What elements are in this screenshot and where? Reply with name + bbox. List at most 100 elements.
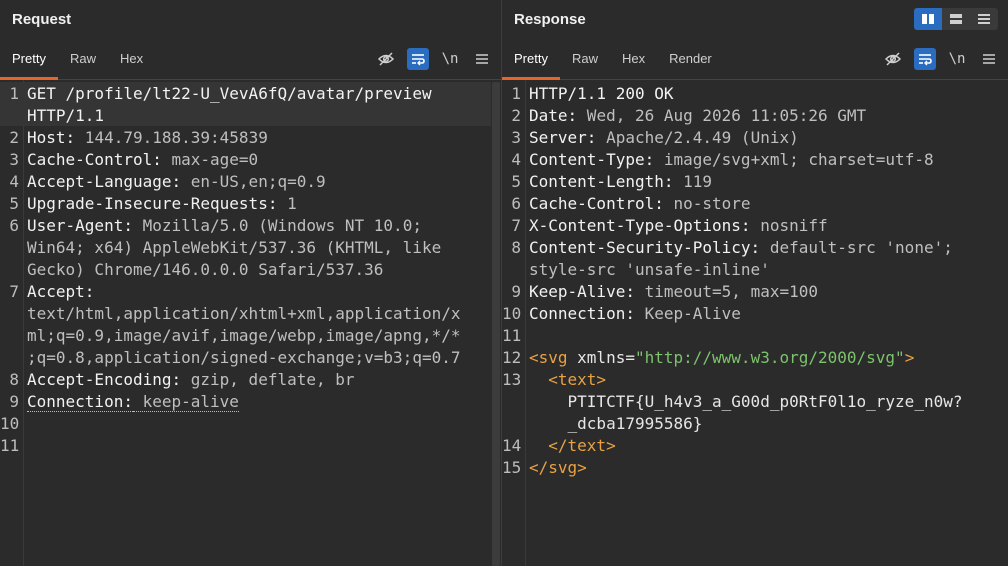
- header-key: Cache-Control:: [27, 149, 162, 169]
- code-line: ml;q=0.9,image/avif,image/webp,image/apn…: [0, 324, 501, 346]
- line-content: Host: 144.79.188.39:45839: [22, 128, 268, 147]
- response-editor[interactable]: 1 HTTP/1.1 200 OK 2 Date: Wed, 26 Aug 2026 …: [502, 80, 1008, 566]
- line-number: 3: [511, 127, 521, 147]
- response-tabbar: Pretty Raw Hex Render \n: [502, 38, 1008, 80]
- header-value: no-store: [663, 193, 751, 213]
- single-pane-icon[interactable]: [970, 8, 998, 30]
- code-line: _dcba17995586}: [502, 412, 1008, 434]
- line-content: Keep-Alive: timeout=5, max=100: [524, 282, 818, 301]
- header-key: Keep-Alive:: [529, 281, 635, 301]
- code-line: 14 </text>: [502, 434, 1008, 456]
- code-line: 9 Keep-Alive: timeout=5, max=100: [502, 280, 1008, 302]
- code-line: style-src 'unsafe-inline': [502, 258, 1008, 280]
- tab-raw[interactable]: Raw: [560, 37, 610, 79]
- line-content: Server: Apache/2.4.49 (Unix): [524, 128, 799, 147]
- code-line: PTITCTF{U_h4v3_a_G00d_p0RtF0l1o_ryze_n0w…: [502, 390, 1008, 412]
- tab-render[interactable]: Render: [657, 37, 724, 79]
- header-key: Connection:: [27, 391, 133, 412]
- header-key: X-Content-Type-Options:: [529, 215, 751, 235]
- line-number: 5: [9, 193, 19, 213]
- request-title: Request: [12, 10, 72, 28]
- line-content: Connection: keep-alive: [22, 391, 239, 412]
- code-line: 8 Accept-Encoding: gzip, deflate, br: [0, 368, 501, 390]
- code-line: Gecko) Chrome/146.0.0.0 Safari/537.36: [0, 258, 501, 280]
- scrollbar-thumb[interactable]: [492, 82, 500, 566]
- split-vertical-icon[interactable]: [942, 8, 970, 30]
- code-line: 9 Connection: keep-alive: [0, 390, 501, 412]
- line-content: Accept:: [22, 282, 94, 301]
- code-line: 10: [0, 412, 501, 434]
- svg-tag: <svg: [529, 347, 568, 367]
- hide-icon[interactable]: [375, 48, 397, 70]
- wrap-icon[interactable]: [914, 48, 936, 70]
- tab-pretty[interactable]: Pretty: [502, 37, 560, 80]
- line-number: 4: [9, 171, 19, 191]
- code-line: 4 Accept-Language: en-US,en;q=0.9: [0, 170, 501, 192]
- line-content: ;q=0.8,application/signed-exchange;v=b3;…: [22, 348, 460, 367]
- header-value: text/html,application/xhtml+xml,applicat…: [27, 303, 461, 323]
- code-line: 11: [0, 434, 501, 456]
- line-content: style-src 'unsafe-inline': [524, 260, 770, 279]
- code-line: 1 HTTP/1.1 200 OK: [502, 82, 1008, 104]
- tab-raw[interactable]: Raw: [58, 37, 108, 79]
- code-line: 5 Upgrade-Insecure-Requests: 1: [0, 192, 501, 214]
- header-value: timeout=5, max=100: [634, 281, 818, 301]
- header-key: Content-Security-Policy:: [529, 237, 761, 257]
- split-horizontal-icon[interactable]: [914, 8, 942, 30]
- code-line: 15 </svg>: [502, 456, 1008, 478]
- line-content: User-Agent: Mozilla/5.0 (Windows NT 10.0…: [22, 216, 422, 235]
- line-number: 6: [9, 215, 19, 235]
- tab-hex[interactable]: Hex: [108, 37, 155, 79]
- line-content: HTTP/1.1 200 OK: [524, 84, 674, 103]
- wrap-icon[interactable]: [407, 48, 429, 70]
- svg-text: PTITCTF{U_h4v3_a_G00d_p0RtF0l1o_ryze_n0w…: [529, 391, 963, 411]
- header-value: ml;q=0.9,image/avif,image/webp,image/apn…: [27, 325, 461, 345]
- line-number: 5: [511, 171, 521, 191]
- code-line: 2 Host: 144.79.188.39:45839: [0, 126, 501, 148]
- request-scrollbar[interactable]: [491, 82, 501, 566]
- request-editor[interactable]: 1 GET /profile/lt22-U_VevA6fQ/avatar/prev…: [0, 80, 501, 566]
- line-number: 2: [511, 105, 521, 125]
- code-line: HTTP/1.1: [0, 104, 501, 126]
- header-value: ;q=0.8,application/signed-exchange;v=b3;…: [27, 347, 461, 367]
- svg-text: [529, 370, 548, 389]
- line-content: Connection: Keep-Alive: [524, 304, 741, 323]
- svg-text: _dcba17995586}: [529, 413, 703, 433]
- tab-pretty[interactable]: Pretty: [0, 37, 58, 80]
- header-key: Server:: [529, 127, 597, 147]
- line-number: 4: [511, 149, 521, 169]
- header-key: Accept:: [27, 281, 95, 301]
- svg-attr-name: xmlns=: [567, 347, 635, 367]
- line-content: Upgrade-Insecure-Requests: 1: [22, 194, 297, 213]
- hide-icon[interactable]: [882, 48, 904, 70]
- newline-icon[interactable]: \n: [439, 48, 461, 70]
- header-key: Accept-Encoding:: [27, 369, 182, 389]
- header-value: 119: [673, 171, 713, 191]
- line-content: Content-Type: image/svg+xml; charset=utf…: [524, 150, 934, 169]
- line-number: 11: [502, 325, 522, 345]
- code-line: Win64; x64) AppleWebKit/537.36 (KHTML, l…: [0, 236, 501, 258]
- header-value: Win64; x64) AppleWebKit/537.36 (KHTML, l…: [27, 237, 442, 257]
- header-key: Accept-Language:: [27, 171, 182, 191]
- line-content: Win64; x64) AppleWebKit/537.36 (KHTML, l…: [22, 238, 441, 257]
- header-value: style-src 'unsafe-inline': [529, 259, 770, 279]
- line-number: 11: [0, 435, 20, 455]
- header-value: gzip, deflate, br: [181, 369, 355, 389]
- header-value: keep-alive: [132, 391, 239, 412]
- request-tabbar: Pretty Raw Hex \n: [0, 38, 501, 80]
- line-number: 7: [9, 281, 19, 301]
- newline-icon[interactable]: \n: [946, 48, 968, 70]
- header-key: GET /profile/lt22-U_VevA6fQ/avatar/previ…: [27, 83, 432, 103]
- line-content: Accept-Language: en-US,en;q=0.9: [22, 172, 326, 191]
- header-key: HTTP/1.1 200 OK: [529, 83, 674, 103]
- header-value: 1: [277, 193, 297, 213]
- line-number: 7: [511, 215, 521, 235]
- code-line: 2 Date: Wed, 26 Aug 2026 11:05:26 GMT: [502, 104, 1008, 126]
- line-content: Content-Length: 119: [524, 172, 712, 191]
- line-content: HTTP/1.1: [22, 106, 104, 125]
- tab-hex[interactable]: Hex: [610, 37, 657, 79]
- menu-icon[interactable]: [978, 48, 1000, 70]
- menu-icon[interactable]: [471, 48, 493, 70]
- code-line: 8 Content-Security-Policy: default-src 'n…: [502, 236, 1008, 258]
- line-content: Content-Security-Policy: default-src 'no…: [524, 238, 953, 257]
